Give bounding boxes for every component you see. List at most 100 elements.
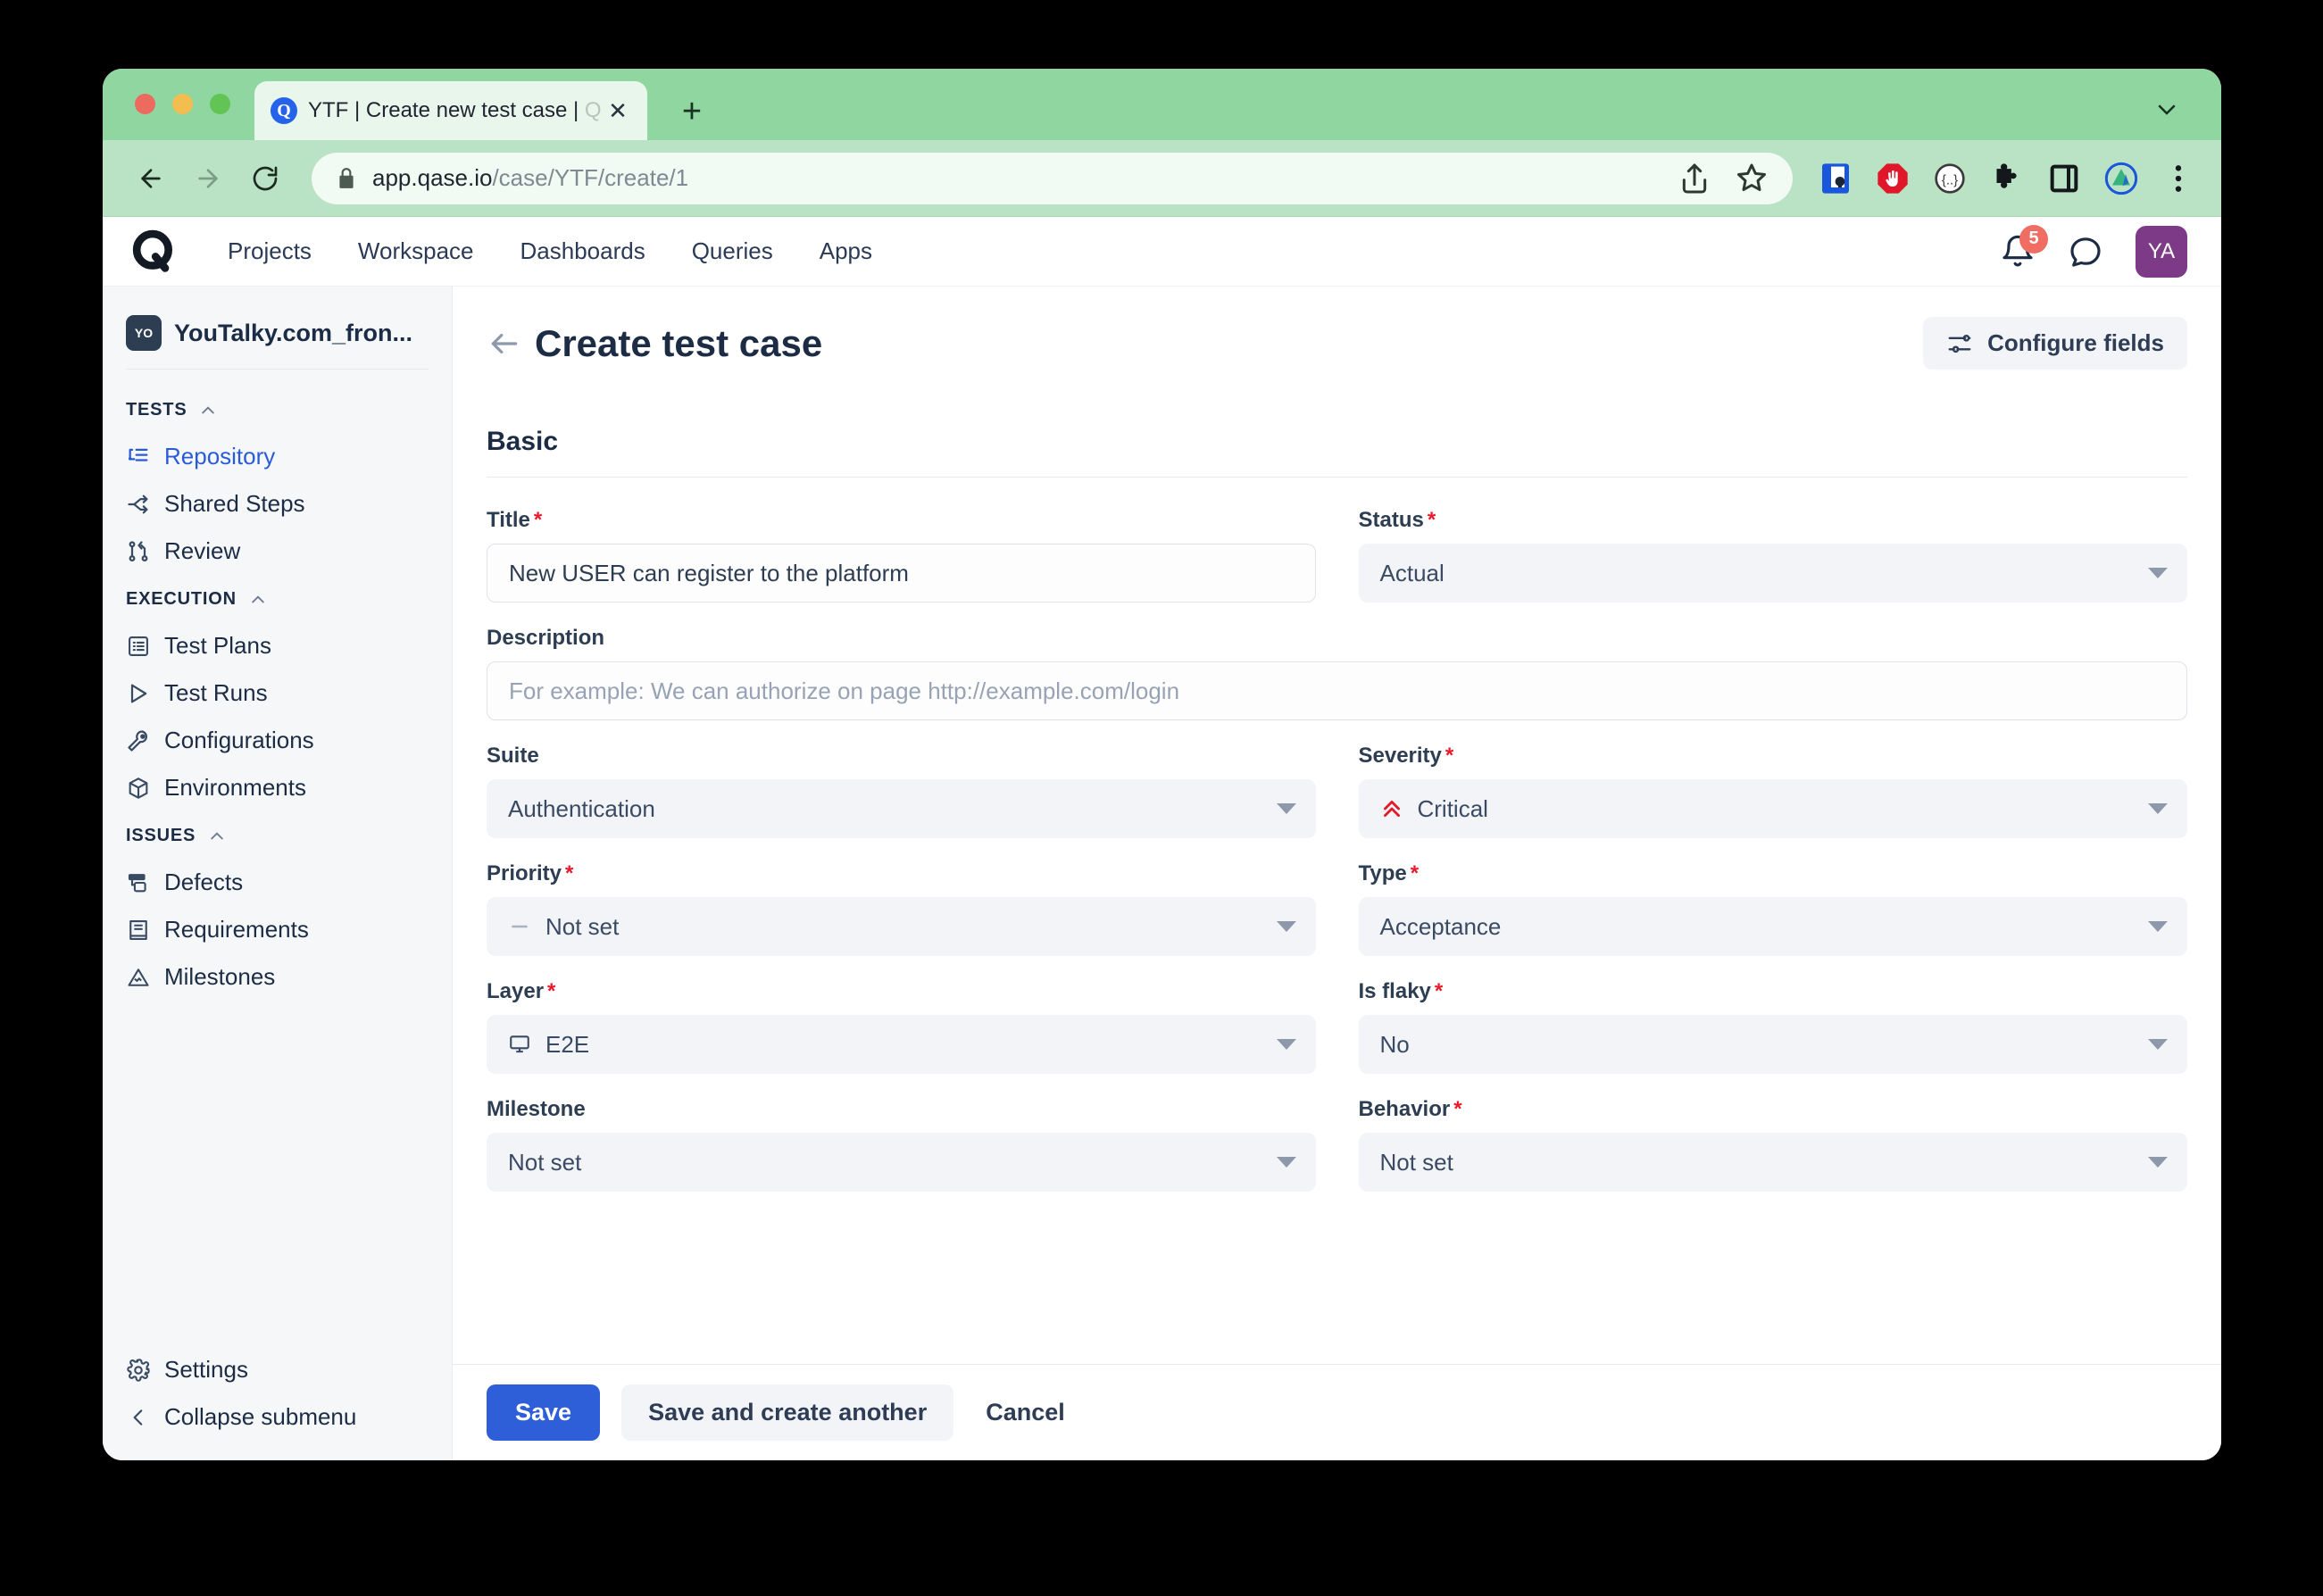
sidebar-item-label: Shared Steps xyxy=(164,490,305,517)
section-title-basic: Basic xyxy=(487,427,559,456)
nav-item-projects[interactable]: Projects xyxy=(204,237,335,265)
required-marker: * xyxy=(1445,744,1454,768)
sidebar-item-configurations[interactable]: Configurations xyxy=(103,717,452,764)
sidebar-item-requirements[interactable]: Requirements xyxy=(103,906,452,953)
configure-fields-button[interactable]: Configure fields xyxy=(1923,317,2187,370)
behavior-select[interactable]: Not set xyxy=(1358,1133,2187,1192)
milestone-value: Not set xyxy=(508,1148,582,1176)
bookmark-star-icon[interactable] xyxy=(1734,161,1769,196)
share-icon[interactable] xyxy=(1677,161,1712,196)
project-selector[interactable]: YO YouTalky.com_fron... xyxy=(103,308,452,351)
repository-icon xyxy=(126,445,151,470)
field-label: Title * xyxy=(487,508,543,532)
priority-select[interactable]: Not set xyxy=(487,897,1316,956)
sidebar-item-defects[interactable]: Defects xyxy=(103,859,452,906)
adblock-icon[interactable] xyxy=(1875,161,1911,196)
sidebar-item-collapse-submenu[interactable]: Collapse submenu xyxy=(103,1393,452,1441)
sidebar-item-settings[interactable]: Settings xyxy=(103,1346,452,1393)
nav-item-dashboards[interactable]: Dashboards xyxy=(497,237,669,265)
maximize-window-button[interactable] xyxy=(210,94,230,114)
sidebar: YO YouTalky.com_fron... TESTS Repository xyxy=(103,287,453,1460)
gear-icon xyxy=(126,1358,151,1383)
sidebar-item-milestones[interactable]: Milestones xyxy=(103,953,452,1001)
back-arrow-icon[interactable] xyxy=(487,326,522,362)
url-bar[interactable]: app.qase.io/case/YTF/create/1 xyxy=(312,152,1793,204)
save-button[interactable]: Save xyxy=(487,1384,601,1441)
window-traffic-lights xyxy=(135,94,230,114)
sidebar-item-label: Settings xyxy=(164,1356,248,1383)
minimize-window-button[interactable] xyxy=(172,94,193,114)
qase-logo-icon[interactable] xyxy=(129,228,178,276)
form-row-title-status: Title * New USER can register to the plat… xyxy=(487,508,2187,603)
puzzle-extensions-icon[interactable] xyxy=(1989,161,2025,196)
side-panel-icon[interactable] xyxy=(2046,161,2082,196)
extension-icons: {..} xyxy=(1818,161,2196,196)
section-divider xyxy=(487,477,2187,478)
layer-select[interactable]: E2E xyxy=(487,1015,1316,1074)
sidebar-item-label: Requirements xyxy=(164,916,309,943)
new-tab-button[interactable]: + xyxy=(674,94,710,129)
url-text: app.qase.io/case/YTF/create/1 xyxy=(372,164,689,191)
browser-menu-icon[interactable] xyxy=(2161,161,2196,196)
field-is-flaky: Is flaky * No xyxy=(1358,979,2187,1074)
severity-select[interactable]: Critical xyxy=(1358,779,2187,838)
nav-item-workspace[interactable]: Workspace xyxy=(335,237,497,265)
browser-omnibar: app.qase.io/case/YTF/create/1 {..} xyxy=(103,140,2221,217)
status-select[interactable]: Actual xyxy=(1358,544,2187,603)
form-row-layer-isflaky: Layer * E2E Is flaky * No xyxy=(487,979,2187,1074)
sidebar-group-execution[interactable]: EXECUTION xyxy=(103,575,452,622)
sidebar-item-test-runs[interactable]: Test Runs xyxy=(103,669,452,717)
sidebar-item-review[interactable]: Review xyxy=(103,528,452,575)
privacy-icon[interactable]: {..} xyxy=(1932,161,1968,196)
app-content: YO YouTalky.com_fron... TESTS Repository xyxy=(103,287,2221,1460)
save-and-create-another-button[interactable]: Save and create another xyxy=(621,1384,954,1441)
chat-icon[interactable] xyxy=(2068,234,2103,270)
sidebar-item-repository[interactable]: Repository xyxy=(103,433,452,480)
password-manager-icon[interactable] xyxy=(1818,161,1853,196)
chevron-down-icon[interactable] xyxy=(2153,96,2180,122)
milestone-select[interactable]: Not set xyxy=(487,1133,1316,1192)
back-button[interactable] xyxy=(128,155,174,202)
page-title: Create test case xyxy=(535,321,823,364)
field-label: Type * xyxy=(1358,861,1420,885)
chevron-down-icon xyxy=(2148,1039,2168,1050)
sidebar-item-label: Test Plans xyxy=(164,632,271,659)
priority-dash-icon xyxy=(512,925,528,928)
sidebar-item-test-plans[interactable]: Test Plans xyxy=(103,622,452,669)
nav-item-queries[interactable]: Queries xyxy=(669,237,796,265)
milestones-mountain-icon xyxy=(126,965,151,990)
type-select[interactable]: Acceptance xyxy=(1358,897,2187,956)
svg-text:{..}: {..} xyxy=(1942,172,1958,187)
cancel-button[interactable]: Cancel xyxy=(975,1384,1076,1441)
chevron-up-icon xyxy=(202,405,215,413)
browser-tab[interactable]: Q YTF | Create new test case | Q ✕ xyxy=(254,81,647,140)
main-pane: Create test case Configure fields Basic … xyxy=(453,287,2221,1460)
chevron-down-icon xyxy=(2148,921,2168,932)
avatar[interactable]: YA xyxy=(2136,225,2187,278)
sync-profile-icon[interactable] xyxy=(2103,161,2139,196)
title-input[interactable]: New USER can register to the platform xyxy=(487,544,1316,603)
forward-button[interactable] xyxy=(185,155,231,202)
chevron-down-icon xyxy=(1276,921,1296,932)
lock-icon xyxy=(339,167,354,188)
is-flaky-select[interactable]: No xyxy=(1358,1015,2187,1074)
sidebar-item-shared-steps[interactable]: Shared Steps xyxy=(103,480,452,528)
notifications-button[interactable]: 5 xyxy=(2000,224,2048,271)
field-label: Milestone xyxy=(487,1097,586,1121)
close-window-button[interactable] xyxy=(135,94,155,114)
field-layer: Layer * E2E xyxy=(487,979,1316,1074)
behavior-value: Not set xyxy=(1379,1148,1453,1176)
close-icon[interactable]: ✕ xyxy=(603,96,633,126)
sidebar-group-tests[interactable]: TESTS xyxy=(103,386,452,433)
sidebar-divider xyxy=(126,369,429,370)
sidebar-item-environments[interactable]: Environments xyxy=(103,764,452,811)
description-input[interactable]: For example: We can authorize on page ht… xyxy=(487,661,2187,720)
sidebar-group-issues[interactable]: ISSUES xyxy=(103,811,452,859)
reload-button[interactable] xyxy=(242,155,288,202)
field-suite: Suite Authentication xyxy=(487,744,1316,838)
project-name: YouTalky.com_fron... xyxy=(174,319,413,346)
requirements-book-icon xyxy=(126,918,151,943)
sidebar-item-label: Test Runs xyxy=(164,679,268,706)
nav-item-apps[interactable]: Apps xyxy=(796,237,895,265)
suite-select[interactable]: Authentication xyxy=(487,779,1316,838)
